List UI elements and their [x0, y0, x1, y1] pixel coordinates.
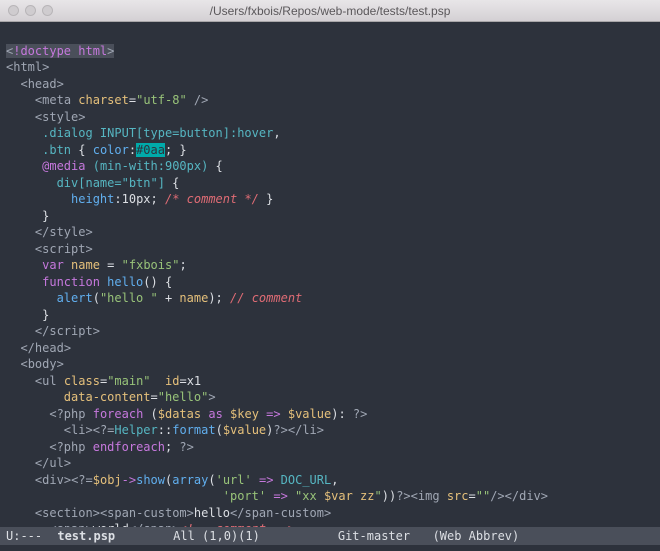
- js-function-kw: function: [42, 275, 100, 289]
- text-hello: hello: [194, 506, 230, 520]
- span-custom-close: span-custom: [244, 506, 323, 520]
- span-open: span: [57, 522, 86, 527]
- php-endforeach: endforeach: [93, 440, 165, 454]
- head-close: head: [35, 341, 64, 355]
- php-obj: $obj: [93, 473, 122, 487]
- css-val-10px: 10px: [122, 192, 151, 206]
- li-open: li: [71, 423, 85, 437]
- modeline-modes: (Web Abbrev): [433, 529, 520, 543]
- php-helper: Helper: [114, 423, 157, 437]
- css-prop-height: height: [71, 192, 114, 206]
- js-var-name: name: [71, 258, 100, 272]
- script-open: script: [42, 242, 85, 256]
- php-doc-url: DOC_URL: [281, 473, 332, 487]
- zoom-dot[interactable]: [42, 5, 53, 16]
- css-val-0aa: #0aa: [136, 143, 165, 157]
- close-dot[interactable]: [8, 5, 19, 16]
- css-sel-hover: :hover: [230, 126, 273, 140]
- body-open: body: [28, 357, 57, 371]
- charset-val: "utf-8": [136, 93, 187, 107]
- src-attr: src: [447, 489, 469, 503]
- css-media-cond: (min-with:900px): [93, 159, 209, 173]
- html-comment: <!-- comment -->: [179, 522, 295, 527]
- modeline-vcs: Git-master: [338, 529, 410, 543]
- doctype: !doctype html: [13, 44, 107, 58]
- css-sel-divbtn: div[name="btn"]: [57, 176, 165, 190]
- php-key: $key: [230, 407, 259, 421]
- head-open: head: [28, 77, 57, 91]
- php-format: format: [172, 423, 215, 437]
- modeline-status: U:---: [6, 529, 42, 543]
- charset-attr: charset: [78, 93, 129, 107]
- editor-area[interactable]: <!doctype html> <html> <head> <meta char…: [0, 22, 660, 527]
- modeline: U:--- test.psp All (1,0)(1) Git-master (…: [0, 527, 660, 545]
- span-close: span: [143, 522, 172, 527]
- id-attr: id: [165, 374, 179, 388]
- php-array: array: [172, 473, 208, 487]
- span-custom-open: span-custom: [107, 506, 186, 520]
- data-content-attr: data-content: [64, 390, 151, 404]
- php-datas: $datas: [158, 407, 201, 421]
- modeline-file: test.psp: [57, 529, 115, 543]
- php-port-v2: ": [375, 489, 382, 503]
- html-open: html: [13, 60, 42, 74]
- php-as: as: [208, 407, 222, 421]
- class-attr: class: [64, 374, 100, 388]
- js-comment: // comment: [230, 291, 302, 305]
- class-val: "main": [107, 374, 150, 388]
- modeline-pos: All (1,0)(1): [173, 529, 260, 543]
- text-world: world: [93, 522, 129, 527]
- img-tag: img: [418, 489, 440, 503]
- php-url-key: 'url': [216, 473, 252, 487]
- js-str-fxbois: "fxbois": [122, 258, 180, 272]
- window-controls: [0, 5, 53, 16]
- li-close: li: [302, 423, 316, 437]
- css-sel-dialog: .dialog INPUT[type=button]: [42, 126, 230, 140]
- style-open: style: [42, 110, 78, 124]
- style-close: style: [49, 225, 85, 239]
- src-val: "": [476, 489, 490, 503]
- minibuffer[interactable]: [0, 545, 660, 551]
- css-comment: /* comment */: [165, 192, 259, 206]
- php-port-key: 'port': [223, 489, 266, 503]
- meta-tag: meta: [42, 93, 71, 107]
- id-val: x1: [187, 374, 201, 388]
- js-var-ref: name: [179, 291, 208, 305]
- section-open: section: [42, 506, 93, 520]
- php-port-v1: "xx: [295, 489, 324, 503]
- php-varzz: $var zz: [324, 489, 375, 503]
- div-open: div: [42, 473, 64, 487]
- div-close: div: [519, 489, 541, 503]
- data-content-val: "hello": [158, 390, 209, 404]
- css-media: @media: [42, 159, 85, 173]
- php-value: $value: [288, 407, 331, 421]
- script-close: script: [49, 324, 92, 338]
- css-sel-btn: .btn: [42, 143, 71, 157]
- titlebar: /Users/fxbois/Repos/web-mode/tests/test.…: [0, 0, 660, 22]
- js-alert: alert: [57, 291, 93, 305]
- css-prop-color: color: [93, 143, 129, 157]
- js-str-hello: "hello ": [100, 291, 158, 305]
- php-show: show: [136, 473, 165, 487]
- php-foreach: foreach: [93, 407, 144, 421]
- js-var-kw: var: [42, 258, 64, 272]
- js-fn-hello: hello: [107, 275, 143, 289]
- ul-close: ul: [49, 456, 63, 470]
- php-value2: $value: [223, 423, 266, 437]
- ul-open: ul: [42, 374, 56, 388]
- window-title: /Users/fxbois/Repos/web-mode/tests/test.…: [0, 4, 660, 18]
- minimize-dot[interactable]: [25, 5, 36, 16]
